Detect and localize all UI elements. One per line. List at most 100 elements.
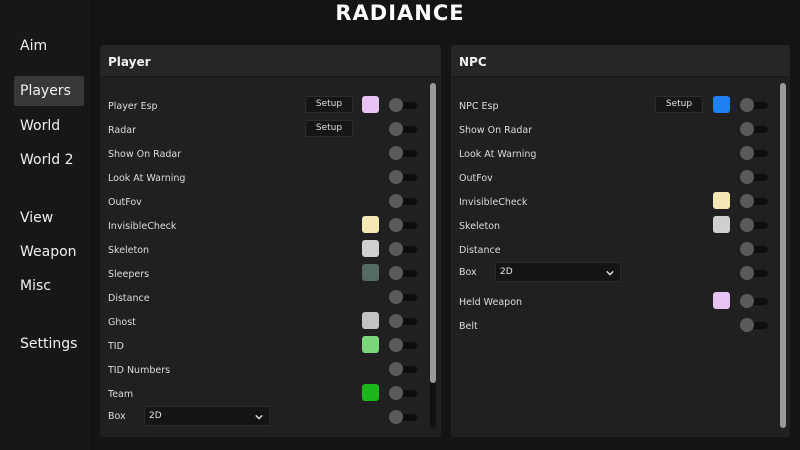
npc-look-at-warning-toggle[interactable]	[740, 146, 768, 160]
nav-item-world-2[interactable]: World 2	[20, 151, 73, 169]
player-panel-scrollbar-thumb[interactable]	[430, 83, 436, 383]
npc-skeleton-color-swatch[interactable]	[713, 216, 730, 233]
nav-item-weapon[interactable]: Weapon	[20, 243, 77, 261]
nav-item-misc[interactable]: Misc	[20, 277, 51, 295]
row-skeleton: Skeleton	[100, 240, 441, 264]
row-npc-held-weapon: Held Weapon	[451, 292, 790, 316]
row-look-at-warning: Look At Warning	[100, 168, 441, 192]
invisible-check-color-swatch[interactable]	[362, 216, 379, 233]
row-label: Skeleton	[108, 245, 150, 256]
row-label: Radar	[108, 125, 136, 136]
npc-invisible-check-toggle[interactable]	[740, 194, 768, 208]
player-panel-scrollbar[interactable]	[430, 83, 436, 428]
npc-panel-scrollbar[interactable]	[780, 83, 786, 428]
row-box: Box 2D	[100, 406, 441, 430]
invisible-check-toggle[interactable]	[389, 218, 417, 232]
row-player-esp: Player Esp Setup	[100, 96, 441, 120]
sleepers-toggle[interactable]	[389, 266, 417, 280]
npc-held-weapon-toggle[interactable]	[740, 294, 768, 308]
row-label: Show On Radar	[108, 149, 182, 160]
row-label: Belt	[459, 321, 478, 332]
npc-panel: NPC NPC Esp Setup Show On Radar Look At …	[451, 45, 790, 437]
row-radar: Radar Setup	[100, 120, 441, 144]
row-label: InvisibleCheck	[108, 221, 177, 232]
tid-numbers-toggle[interactable]	[389, 362, 417, 376]
box-toggle[interactable]	[389, 410, 417, 424]
npc-box-type-value: 2D	[500, 267, 513, 277]
npc-esp-color-swatch[interactable]	[713, 96, 730, 113]
row-label: Look At Warning	[459, 149, 537, 160]
tid-color-swatch[interactable]	[362, 336, 379, 353]
nav-item-settings[interactable]: Settings	[20, 335, 77, 353]
row-ghost: Ghost	[100, 312, 441, 336]
npc-esp-setup-button[interactable]: Setup	[655, 96, 703, 113]
row-npc-invisible-check: InvisibleCheck	[451, 192, 790, 216]
npc-esp-toggle[interactable]	[740, 98, 768, 112]
ghost-color-swatch[interactable]	[362, 312, 379, 329]
skeleton-color-swatch[interactable]	[362, 240, 379, 257]
app-title: RADIANCE	[335, 1, 465, 25]
npc-panel-scrollbar-thumb[interactable]	[780, 83, 786, 428]
row-label: Show On Radar	[459, 125, 533, 136]
team-color-swatch[interactable]	[362, 384, 379, 401]
row-npc-look-at-warning: Look At Warning	[451, 144, 790, 168]
npc-held-weapon-color-swatch[interactable]	[713, 292, 730, 309]
npc-box-toggle[interactable]	[740, 266, 768, 280]
row-label: InvisibleCheck	[459, 197, 528, 208]
skeleton-toggle[interactable]	[389, 242, 417, 256]
row-npc-skeleton: Skeleton	[451, 216, 790, 240]
radar-setup-button[interactable]: Setup	[305, 120, 353, 137]
radar-toggle[interactable]	[389, 122, 417, 136]
player-panel: Player Player Esp Setup Radar Setup Show…	[100, 45, 441, 437]
npc-show-on-radar-toggle[interactable]	[740, 122, 768, 136]
row-npc-box: Box 2D	[451, 262, 790, 286]
outfov-toggle[interactable]	[389, 194, 417, 208]
row-label: TID Numbers	[108, 365, 171, 376]
box-type-value: 2D	[149, 411, 162, 421]
row-npc-belt: Belt	[451, 316, 790, 340]
npc-skeleton-toggle[interactable]	[740, 218, 768, 232]
row-npc-distance: Distance	[451, 240, 790, 264]
row-outfov: OutFov	[100, 192, 441, 216]
nav-item-players[interactable]: Players	[14, 76, 84, 106]
row-label: Team	[108, 389, 134, 400]
player-esp-toggle[interactable]	[389, 98, 417, 112]
row-label: Ghost	[108, 317, 136, 328]
nav-item-aim[interactable]: Aim	[20, 37, 47, 55]
npc-box-type-dropdown[interactable]: 2D	[495, 262, 621, 282]
row-label: Box	[459, 267, 477, 278]
row-label: Held Weapon	[459, 297, 523, 308]
npc-invisible-check-color-swatch[interactable]	[713, 192, 730, 209]
look-at-warning-toggle[interactable]	[389, 170, 417, 184]
nav-item-world[interactable]: World	[20, 117, 60, 135]
box-type-dropdown[interactable]: 2D	[144, 406, 270, 426]
player-esp-setup-button[interactable]: Setup	[305, 96, 353, 113]
row-label: Box	[108, 411, 126, 422]
npc-panel-header: NPC	[451, 45, 790, 77]
sleepers-color-swatch[interactable]	[362, 264, 379, 281]
row-npc-show-on-radar: Show On Radar	[451, 120, 790, 144]
player-esp-color-swatch[interactable]	[362, 96, 379, 113]
row-show-on-radar: Show On Radar	[100, 144, 441, 168]
npc-distance-toggle[interactable]	[740, 242, 768, 256]
npc-belt-toggle[interactable]	[740, 318, 768, 332]
row-label: OutFov	[108, 197, 142, 208]
row-sleepers: Sleepers	[100, 264, 441, 288]
ghost-toggle[interactable]	[389, 314, 417, 328]
player-panel-title: Player	[108, 55, 151, 69]
chevron-down-icon	[255, 414, 263, 420]
row-label: NPC Esp	[459, 101, 499, 112]
row-label: TID	[108, 341, 124, 352]
team-toggle[interactable]	[389, 386, 417, 400]
nav-item-view[interactable]: View	[20, 209, 53, 227]
row-label: Sleepers	[108, 269, 150, 280]
distance-toggle[interactable]	[389, 290, 417, 304]
npc-panel-title: NPC	[459, 55, 487, 69]
row-invisible-check: InvisibleCheck	[100, 216, 441, 240]
npc-outfov-toggle[interactable]	[740, 170, 768, 184]
row-npc-outfov: OutFov	[451, 168, 790, 192]
row-tid-numbers: TID Numbers	[100, 360, 441, 384]
tid-toggle[interactable]	[389, 338, 417, 352]
show-on-radar-toggle[interactable]	[389, 146, 417, 160]
row-label: Player Esp	[108, 101, 158, 112]
